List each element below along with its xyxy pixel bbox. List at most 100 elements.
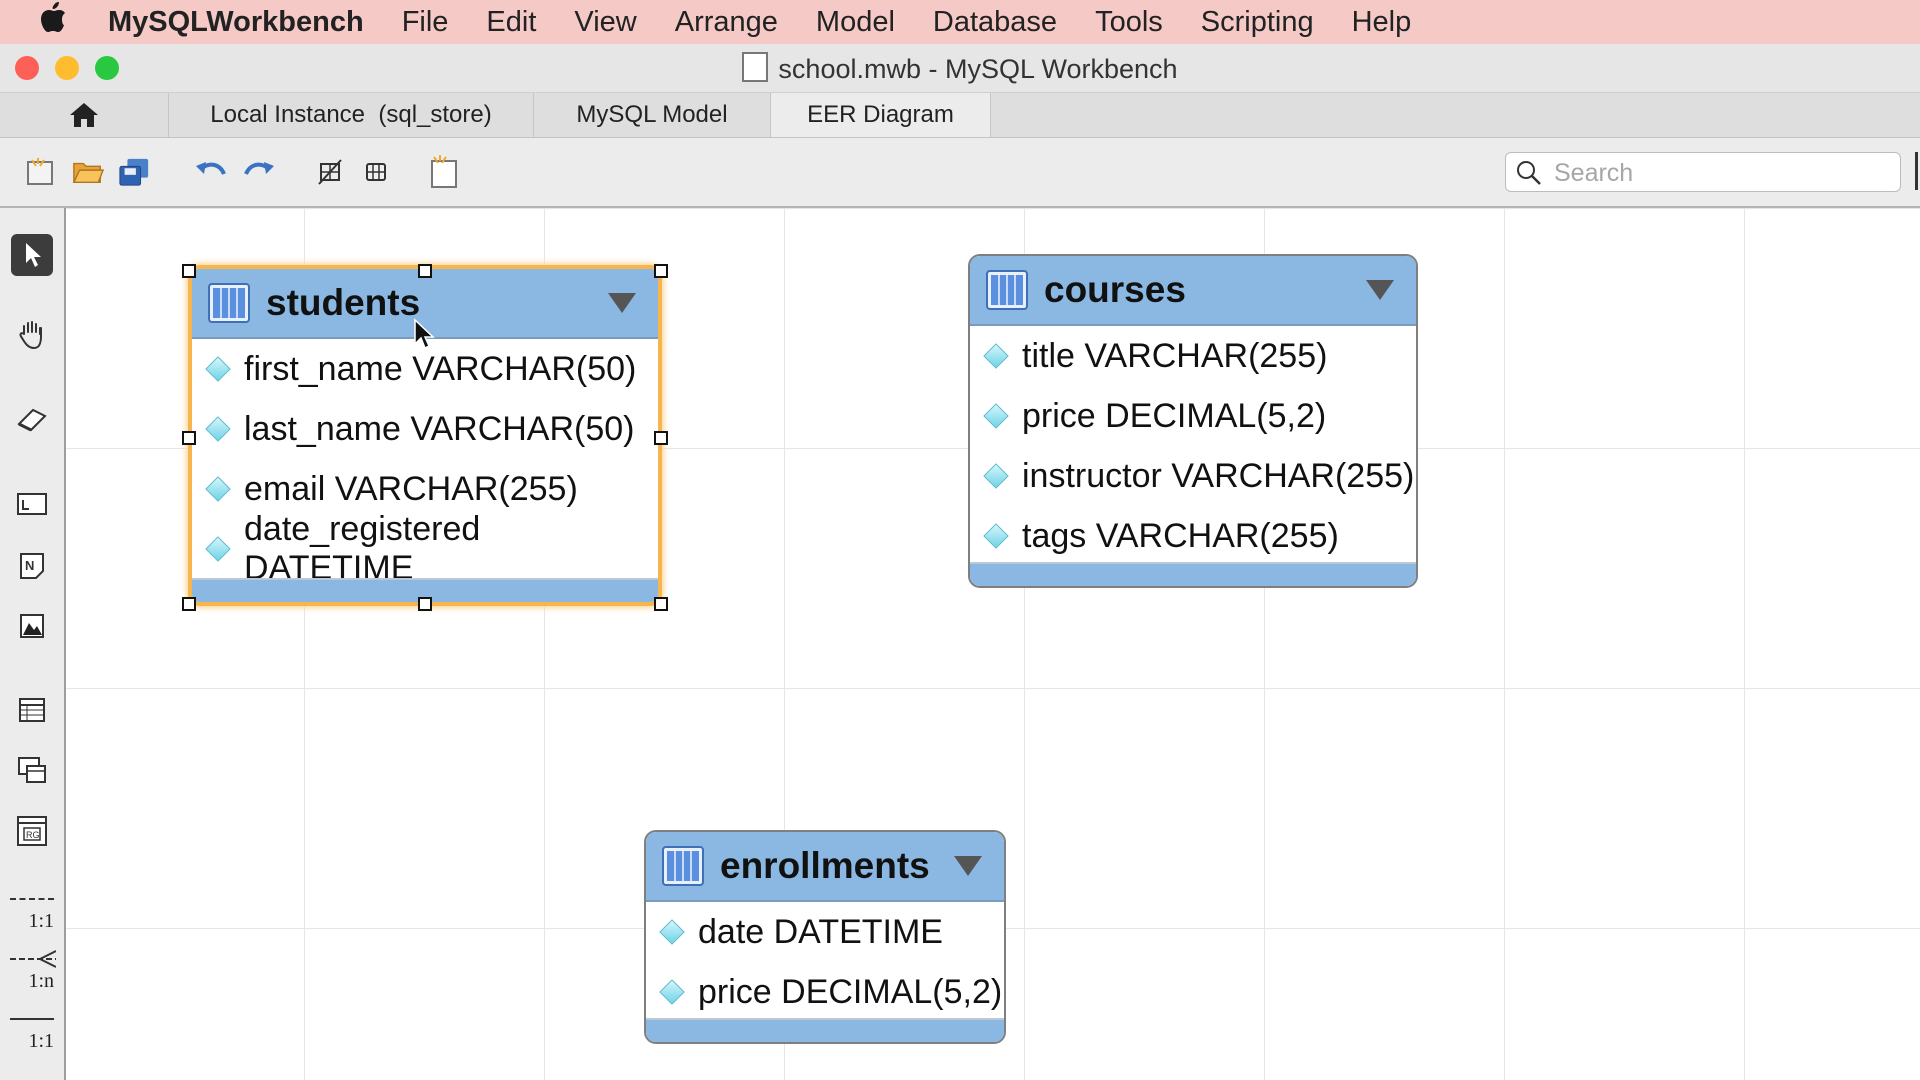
grid-icon <box>366 163 386 181</box>
menu-database[interactable]: Database <box>933 6 1057 39</box>
app-menu[interactable]: MySQLWorkbench <box>108 6 364 39</box>
table-name: enrollments <box>720 845 930 886</box>
apple-icon[interactable] <box>38 1 72 43</box>
menu-edit[interactable]: Edit <box>486 6 536 39</box>
layer-tool[interactable] <box>11 483 53 525</box>
column-row[interactable]: date DATETIME <box>646 902 1004 962</box>
new-document-button[interactable] <box>24 156 56 188</box>
save-document-button[interactable] <box>118 156 150 188</box>
relationship-label: 1:1 <box>28 1030 54 1052</box>
column-diamond-icon <box>205 476 231 502</box>
column-text: date_registered DATETIME <box>244 510 481 587</box>
view-tool[interactable] <box>11 749 53 791</box>
collapse-toggle-icon[interactable] <box>954 856 982 876</box>
diagram-canvas[interactable]: students first_name VARCHAR(50) last_nam… <box>66 208 1920 1080</box>
open-document-button[interactable] <box>72 156 104 188</box>
tab-label: MySQL Model <box>576 101 728 128</box>
table-students[interactable]: students first_name VARCHAR(50) last_nam… <box>188 265 662 606</box>
menu-view[interactable]: View <box>574 6 636 39</box>
relationship-1-1-tool[interactable]: 1:1 <box>8 898 58 942</box>
open-folder-icon <box>72 162 104 184</box>
menu-bar: MySQLWorkbench File Edit View Arrange Mo… <box>0 0 1920 44</box>
column-diamond-icon <box>983 403 1009 429</box>
column-text: first_name VARCHAR(50) <box>244 349 637 388</box>
resize-handle-right[interactable] <box>654 431 668 445</box>
resize-handle-bottom[interactable] <box>418 597 432 611</box>
column-text: title VARCHAR(255) <box>1022 336 1328 375</box>
note-icon: N <box>20 553 44 579</box>
home-tab[interactable] <box>0 93 169 137</box>
column-diamond-icon <box>205 536 231 562</box>
redo-button[interactable] <box>244 156 276 188</box>
table-header[interactable]: enrollments <box>646 832 1004 902</box>
menu-model[interactable]: Model <box>816 6 895 39</box>
column-diamond-icon <box>983 523 1009 549</box>
save-icon <box>119 158 149 186</box>
mouse-cursor-icon <box>414 318 435 350</box>
relationship-label: 1:n <box>28 970 54 992</box>
search-icon <box>1517 161 1541 185</box>
menu-tools[interactable]: Tools <box>1095 6 1163 39</box>
tab-mysql-model[interactable]: MySQL Model <box>534 93 771 137</box>
column-row[interactable]: price DECIMAL(5,2) <box>970 386 1416 446</box>
table-name: courses <box>1044 269 1186 310</box>
relationship-label: 1:1 <box>28 910 54 932</box>
resize-handle-top-left[interactable] <box>182 264 196 278</box>
resize-handle-bottom-left[interactable] <box>182 597 196 611</box>
tab-local-instance[interactable]: Local Instance (sql_store) <box>169 93 534 137</box>
column-diamond-icon <box>983 463 1009 489</box>
routine-group-tool[interactable]: RG <box>11 810 53 852</box>
menu-scripting[interactable]: Scripting <box>1201 6 1314 39</box>
column-row[interactable]: price DECIMAL(5,2) <box>646 962 1004 1022</box>
resize-handle-bottom-right[interactable] <box>654 597 668 611</box>
window-titlebar: school.mwb - MySQL Workbench <box>0 44 1920 93</box>
collapse-toggle-icon[interactable] <box>1366 280 1394 300</box>
pointer-tool[interactable] <box>11 234 53 276</box>
hand-tool[interactable] <box>11 314 53 356</box>
window-title: school.mwb - MySQL Workbench <box>0 52 1920 85</box>
menu-file[interactable]: File <box>402 6 449 39</box>
table-icon <box>19 698 45 722</box>
redo-icon <box>244 162 274 175</box>
column-text: tags VARCHAR(255) <box>1022 516 1339 555</box>
note-tool[interactable]: N <box>11 545 53 587</box>
search-input[interactable] <box>1552 157 1896 189</box>
search-box[interactable] <box>1505 152 1901 192</box>
menu-help[interactable]: Help <box>1352 6 1412 39</box>
relationship-1-1-identifying-tool[interactable]: 1:1 <box>8 1018 58 1062</box>
column-row[interactable]: tags VARCHAR(255) <box>970 506 1416 566</box>
column-row[interactable]: date_registered DATETIME <box>192 510 658 587</box>
resize-handle-top-right[interactable] <box>654 264 668 278</box>
toggle-page-grid-button[interactable] <box>360 156 392 188</box>
relationship-1-n-tool[interactable]: 1:n <box>8 950 58 1002</box>
column-row[interactable]: title VARCHAR(255) <box>970 326 1416 386</box>
toggle-grid-button[interactable] <box>314 156 346 188</box>
tab-eer-diagram[interactable]: EER Diagram <box>771 93 991 137</box>
new-diagram-button[interactable] <box>428 155 460 188</box>
undo-button[interactable] <box>194 156 226 188</box>
routine-group-icon: RG <box>17 816 47 846</box>
resize-handle-top[interactable] <box>418 264 432 278</box>
table-tool[interactable] <box>11 689 53 731</box>
table-header[interactable]: courses <box>970 256 1416 326</box>
table-footer <box>970 562 1416 586</box>
collapse-toggle-icon[interactable] <box>608 293 636 313</box>
table-courses[interactable]: courses title VARCHAR(255) price DECIMAL… <box>968 254 1418 588</box>
toolbar-edge <box>1915 152 1918 190</box>
toolbar <box>0 138 1920 208</box>
image-tool[interactable] <box>11 605 53 647</box>
column-row[interactable]: last_name VARCHAR(50) <box>192 399 658 459</box>
undo-icon <box>196 162 226 175</box>
column-diamond-icon <box>205 356 231 382</box>
tab-label: EER Diagram <box>807 101 954 128</box>
column-row[interactable]: instructor VARCHAR(255) <box>970 446 1416 506</box>
eraser-icon <box>17 408 47 432</box>
home-icon <box>70 103 98 127</box>
eraser-tool[interactable] <box>11 398 53 440</box>
table-footer <box>646 1018 1004 1042</box>
table-enrollments[interactable]: enrollments date DATETIME price DECIMAL(… <box>644 830 1006 1044</box>
resize-handle-left[interactable] <box>182 431 196 445</box>
column-text: price DECIMAL(5,2) <box>1022 396 1327 435</box>
new-diagram-icon <box>431 155 457 188</box>
menu-arrange[interactable]: Arrange <box>675 6 778 39</box>
